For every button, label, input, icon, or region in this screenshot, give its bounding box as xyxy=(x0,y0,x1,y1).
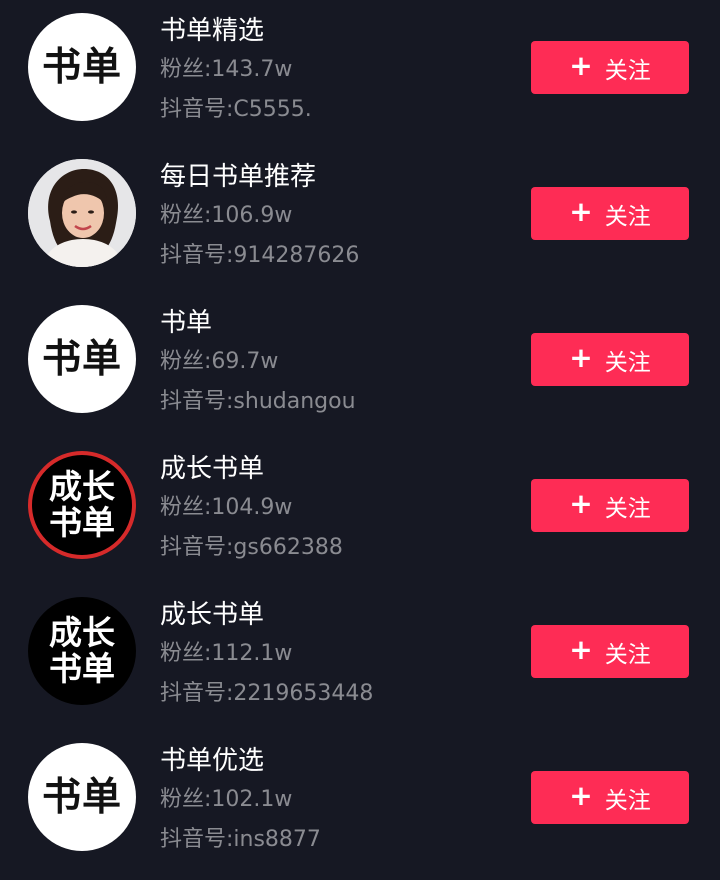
account-row-2[interactable]: 每日书单推荐 粉丝:106.9w 抖音号:914287626 + 关注 xyxy=(0,146,720,292)
douyin-id: 抖音号:ins8877 xyxy=(160,827,321,852)
avatar[interactable] xyxy=(28,159,136,267)
douyin-id: 抖音号:shudangou xyxy=(160,389,356,414)
avatar-photo xyxy=(28,159,136,267)
douyin-id: 抖音号:2219653448 xyxy=(160,681,374,706)
avatar-text: 书单 xyxy=(49,503,115,542)
account-list: 书单 书单精选 粉丝:143.7w 抖音号:C5555. + 关注 每日书单推荐… xyxy=(0,0,720,880)
fan-count: 粉丝:102.1w xyxy=(160,787,293,812)
plus-icon: + xyxy=(569,195,593,228)
avatar[interactable]: 成长 书单 xyxy=(28,451,136,559)
plus-icon: + xyxy=(569,633,593,666)
douyin-id: 抖音号:914287626 xyxy=(160,243,360,268)
account-row-5[interactable]: 成长 书单 成长书单 粉丝:112.1w 抖音号:2219653448 + 关注 xyxy=(0,584,720,730)
account-name[interactable]: 书单精选 xyxy=(160,14,264,48)
follow-button[interactable]: + 关注 xyxy=(531,41,689,94)
fan-count: 粉丝:112.1w xyxy=(160,641,293,666)
account-name[interactable]: 每日书单推荐 xyxy=(160,160,316,194)
follow-label: 关注 xyxy=(604,787,651,814)
avatar-text: 书单 xyxy=(49,649,115,688)
fan-count: 粉丝:104.9w xyxy=(160,495,293,520)
follow-button[interactable]: + 关注 xyxy=(531,771,689,824)
account-row-3[interactable]: 书单 书单 粉丝:69.7w 抖音号:shudangou + 关注 xyxy=(0,292,720,438)
douyin-id: 抖音号:gs662388 xyxy=(160,535,343,560)
avatar[interactable]: 成长 书单 xyxy=(28,597,136,705)
fan-count: 粉丝:69.7w xyxy=(160,349,279,374)
follow-button[interactable]: + 关注 xyxy=(531,187,689,240)
avatar-text: 书单 xyxy=(41,43,122,90)
account-row-6[interactable]: 书单 书单优选 粉丝:102.1w 抖音号:ins8877 + 关注 xyxy=(0,730,720,876)
plus-icon: + xyxy=(569,487,593,520)
photo-eye-left xyxy=(71,210,77,214)
account-row-4[interactable]: 成长 书单 成长书单 粉丝:104.9w 抖音号:gs662388 + 关注 xyxy=(0,438,720,584)
follow-button[interactable]: + 关注 xyxy=(531,625,689,678)
fan-count: 粉丝:106.9w xyxy=(160,203,293,228)
avatar-text: 书单 xyxy=(41,773,122,820)
account-row-1[interactable]: 书单 书单精选 粉丝:143.7w 抖音号:C5555. + 关注 xyxy=(0,0,720,146)
account-name[interactable]: 成长书单 xyxy=(160,452,264,486)
fan-count: 粉丝:143.7w xyxy=(160,57,293,82)
plus-icon: + xyxy=(569,779,593,812)
account-name[interactable]: 书单优选 xyxy=(160,744,264,778)
photo-eye-right xyxy=(88,210,94,214)
avatar-text: 成长 xyxy=(49,613,115,653)
follow-button[interactable]: + 关注 xyxy=(531,333,689,386)
follow-button[interactable]: + 关注 xyxy=(531,479,689,532)
avatar[interactable]: 书单 xyxy=(28,743,136,851)
avatar[interactable]: 书单 xyxy=(28,305,136,413)
douyin-id: 抖音号:C5555. xyxy=(160,97,312,122)
plus-icon: + xyxy=(569,341,593,374)
follow-label: 关注 xyxy=(604,57,651,84)
account-name[interactable]: 成长书单 xyxy=(160,598,264,632)
follow-label: 关注 xyxy=(604,349,651,376)
plus-icon: + xyxy=(569,49,593,82)
follow-label: 关注 xyxy=(604,641,651,668)
account-name[interactable]: 书单 xyxy=(160,306,212,340)
follow-label: 关注 xyxy=(604,495,651,522)
avatar-text: 书单 xyxy=(41,335,122,382)
avatar[interactable]: 书单 xyxy=(28,13,136,121)
follow-label: 关注 xyxy=(604,203,651,230)
avatar-text: 成长 xyxy=(49,467,115,507)
